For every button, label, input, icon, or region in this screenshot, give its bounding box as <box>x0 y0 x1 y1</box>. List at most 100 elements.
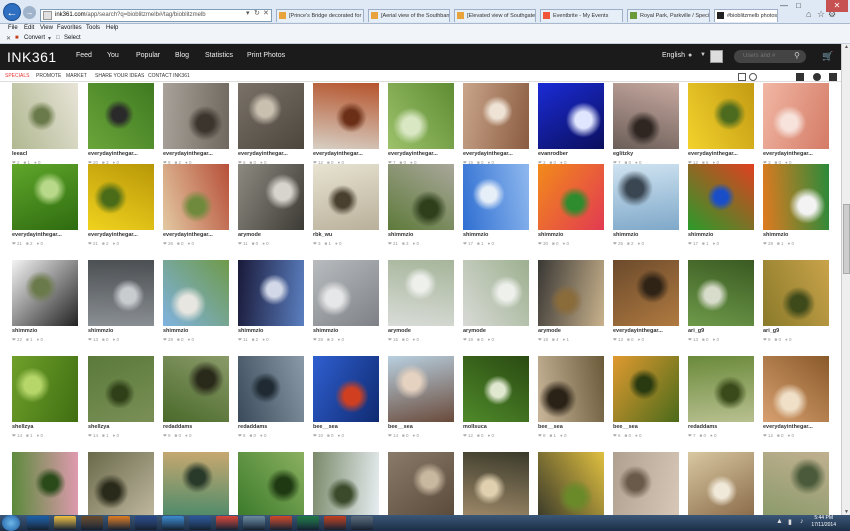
photo-username[interactable]: shimmzio <box>688 232 756 238</box>
photo-card[interactable]: arymode ❤ 19 ■ 4 ● 1 <box>538 260 604 354</box>
photo-username[interactable]: mollsuca <box>463 424 531 430</box>
photo-card[interactable]: redaddams ❤ 6 ■ 0 ● 0 <box>238 356 304 450</box>
close-window-button[interactable]: ✕ <box>826 0 848 12</box>
photo-username[interactable]: everydayinthegar... <box>763 151 831 157</box>
subnav-specials[interactable]: SPECIALS <box>5 73 29 79</box>
photo-username[interactable]: shimmzio <box>238 328 306 334</box>
photo-thumbnail[interactable] <box>12 356 78 422</box>
photo-card[interactable]: rbk_wu ❤ 3 ■ 1 ● 0 <box>313 164 379 258</box>
stop-icon[interactable]: ✕ <box>263 9 269 17</box>
home-icon[interactable]: ⌂ <box>806 9 811 19</box>
photo-thumbnail[interactable] <box>463 83 529 149</box>
photo-thumbnail[interactable] <box>12 452 78 518</box>
photo-card[interactable] <box>613 452 679 519</box>
photo-thumbnail[interactable] <box>163 452 229 518</box>
scrollbar-thumb[interactable] <box>843 204 850 274</box>
photo-username[interactable]: redaddams <box>688 424 756 430</box>
photo-thumbnail[interactable] <box>613 164 679 230</box>
photo-card[interactable]: arymode ❤ 15 ■ 0 ● 0 <box>388 260 454 354</box>
photo-username[interactable]: everydayinthegar... <box>238 151 306 157</box>
photo-card[interactable]: mollsuca ❤ 12 ■ 0 ● 0 <box>463 356 529 450</box>
volume-icon[interactable]: ♪ <box>800 518 804 525</box>
photo-thumbnail[interactable] <box>763 83 829 149</box>
back-button[interactable]: ← <box>3 3 21 21</box>
taskbar-app-icon[interactable] <box>297 516 319 530</box>
photo-card[interactable]: everydayinthegar... ❤ 9 ■ 2 ● 0 <box>163 83 229 177</box>
photo-thumbnail[interactable] <box>463 164 529 230</box>
photo-username[interactable]: everydayinthegar... <box>12 232 80 238</box>
photo-card[interactable]: everydayinthegar... ❤ 12 ■ 0 ● 0 <box>313 83 379 177</box>
photo-card[interactable]: shimmzio ❤ 29 ■ 1 ● 0 <box>763 164 829 258</box>
menu-edit[interactable]: Edit <box>24 25 34 31</box>
photo-card[interactable]: ari_g9 ❤ 13 ■ 0 ● 0 <box>688 260 754 354</box>
photo-thumbnail[interactable] <box>763 356 829 422</box>
photo-thumbnail[interactable] <box>613 452 679 518</box>
photo-card[interactable]: bee__sea ❤ 14 ■ 0 ● 0 <box>388 356 454 450</box>
photo-username[interactable]: everydayinthegar... <box>463 151 531 157</box>
photo-card[interactable]: shellzya ❤ 14 ■ 1 ● 0 <box>12 356 78 450</box>
taskbar-app-icon[interactable] <box>243 516 265 530</box>
photo-card[interactable]: everydayinthegar... ❤ 6 ■ 0 ● 0 <box>238 83 304 177</box>
taskbar-app-icon[interactable] <box>108 516 130 530</box>
taskbar-app-icon[interactable] <box>189 516 211 530</box>
menu-file[interactable]: File <box>8 25 18 31</box>
photo-card[interactable] <box>238 452 304 519</box>
photo-username[interactable]: everydayinthegar... <box>388 151 456 157</box>
user-avatar[interactable] <box>710 50 723 63</box>
photo-username[interactable]: shimmzio <box>388 232 456 238</box>
photo-thumbnail[interactable] <box>463 356 529 422</box>
cart-icon[interactable]: 🛒 <box>822 51 833 62</box>
photo-card[interactable]: everydayinthegar... ❤ 20 ■ 3 ● 0 <box>88 83 154 177</box>
photo-username[interactable]: shimmzio <box>163 328 231 334</box>
map-icon[interactable] <box>829 73 837 81</box>
photo-username[interactable]: bee__sea <box>538 424 606 430</box>
photo-thumbnail[interactable] <box>88 260 154 326</box>
menu-tools[interactable]: Tools <box>86 25 100 31</box>
photo-thumbnail[interactable] <box>238 452 304 518</box>
photo-card[interactable]: everydayinthegar... ❤ 21 ■ 2 ● 0 <box>88 164 154 258</box>
photo-thumbnail[interactable] <box>238 83 304 149</box>
photo-username[interactable]: everydayinthegar... <box>88 151 156 157</box>
photo-username[interactable]: bee__sea <box>388 424 456 430</box>
photo-thumbnail[interactable] <box>238 260 304 326</box>
photo-card[interactable]: shimmzio ❤ 30 ■ 0 ● 0 <box>538 164 604 258</box>
photo-username[interactable]: shimmzio <box>613 232 681 238</box>
nav-popular[interactable]: Popular <box>136 52 160 59</box>
address-bar[interactable]: ink361.com/app/search?q=bioblitzmelb#/ta… <box>40 9 272 22</box>
globe-icon[interactable] <box>813 73 821 81</box>
photo-card[interactable] <box>313 452 379 519</box>
photo-thumbnail[interactable] <box>388 83 454 149</box>
photo-thumbnail[interactable] <box>538 164 604 230</box>
photo-thumbnail[interactable] <box>688 356 754 422</box>
photo-thumbnail[interactable] <box>688 452 754 518</box>
photo-thumbnail[interactable] <box>538 452 604 518</box>
photo-card[interactable]: redaddams ❤ 9 ■ 0 ● 0 <box>163 356 229 450</box>
network-icon[interactable]: ▮ <box>788 518 792 526</box>
favorites-star-icon[interactable]: ☆ <box>817 9 825 20</box>
photo-card[interactable]: shimmzio ❤ 22 ■ 1 ● 0 <box>12 260 78 354</box>
photo-username[interactable]: bee__sea <box>313 424 381 430</box>
photo-username[interactable]: everydayinthegar... <box>763 424 831 430</box>
subnav-contact[interactable]: CONTACT INK361 <box>148 73 190 79</box>
photo-card[interactable]: everydayinthegar... ❤ 13 ■ 0 ● 0 <box>613 260 679 354</box>
photo-thumbnail[interactable] <box>388 260 454 326</box>
photo-card[interactable] <box>12 452 78 519</box>
search-dropdown-icon[interactable]: ▾ <box>246 9 250 17</box>
photo-card[interactable] <box>538 452 604 519</box>
photo-card[interactable]: shimmzio ❤ 25 ■ 2 ● 0 <box>613 164 679 258</box>
photo-username[interactable]: redaddams <box>238 424 306 430</box>
photo-card[interactable]: everydayinthegar... ❤ 3 ■ 0 ● 0 <box>763 83 829 177</box>
photo-username[interactable]: ari_g9 <box>688 328 756 334</box>
photo-username[interactable]: everydayinthegar... <box>163 232 231 238</box>
subnav-share-ideas[interactable]: SHARE YOUR IDEAS <box>95 73 144 79</box>
photo-thumbnail[interactable] <box>538 83 604 149</box>
taskbar-app-icon[interactable] <box>27 516 49 530</box>
photo-username[interactable]: shellzya <box>12 424 80 430</box>
photo-thumbnail[interactable] <box>313 356 379 422</box>
chevron-down-icon[interactable]: ▼ <box>700 52 706 58</box>
taskbar-app-icon[interactable] <box>324 516 346 530</box>
photo-username[interactable]: shimmzio <box>313 328 381 334</box>
circle-view-icon[interactable] <box>749 73 757 81</box>
photo-thumbnail[interactable] <box>388 452 454 518</box>
photo-thumbnail[interactable] <box>88 452 154 518</box>
